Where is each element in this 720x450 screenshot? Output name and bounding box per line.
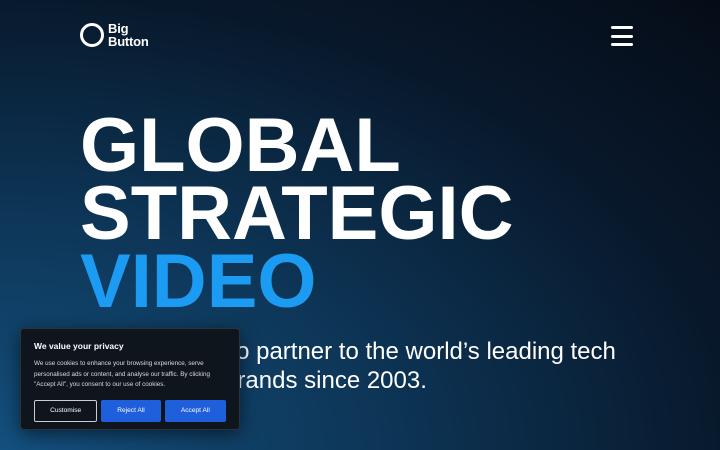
cookie-consent-banner: We value your privacy We use cookies to … — [20, 328, 240, 430]
menu-bar — [611, 34, 633, 38]
logo-line-2: Button — [108, 34, 149, 49]
reject-all-button[interactable]: Reject All — [101, 399, 161, 422]
menu-bar — [611, 26, 633, 29]
hamburger-menu-icon[interactable] — [611, 26, 633, 46]
menu-bar — [611, 43, 633, 46]
cookie-banner-actions: Customise Reject All Accept All — [34, 399, 226, 422]
customise-button[interactable]: Customise — [34, 399, 98, 422]
logo-ring-icon — [80, 23, 104, 47]
hero-title-line-2: STRATEGIC — [80, 171, 514, 256]
hero-title: GLOBAL STRATEGIC VIDEO — [80, 103, 514, 324]
hero-title-line-3: VIDEO — [80, 239, 317, 324]
hero-title-line-1: GLOBAL — [80, 103, 401, 188]
cookie-banner-title: We value your privacy — [34, 341, 124, 351]
logo[interactable]: Big Button — [80, 22, 149, 48]
logo-text: Big Button — [108, 22, 149, 48]
accept-all-button[interactable]: Accept All — [164, 399, 226, 422]
cookie-banner-body: We use cookies to enhance your browsing … — [34, 360, 210, 388]
